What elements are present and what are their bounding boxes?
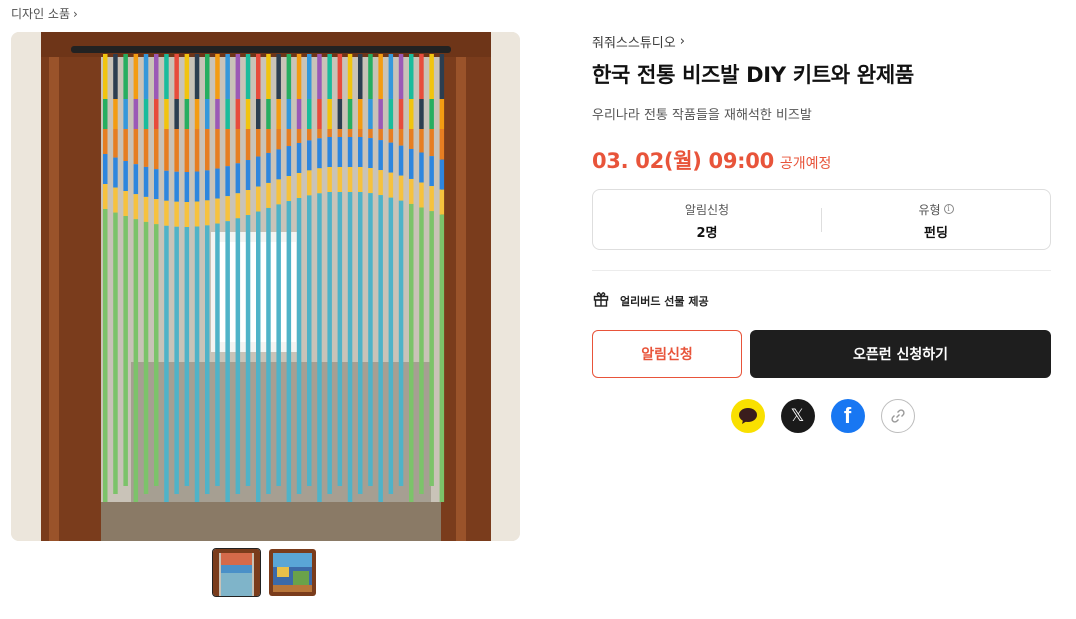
bead-strand [398,54,404,487]
x-icon[interactable]: 𝕏 [780,399,815,433]
benefit-text: 얼리버드 선물 제공 [620,294,709,308]
bead-strand [235,54,241,494]
bead-strand [215,54,220,487]
studio-name[interactable]: 줘줘스스튜디오 [592,32,676,51]
product-info-panel: 줘줘스스튜디오 › 한국 전통 비즈발 DIY 키트와 완제품 우리나라 전통 … [592,32,1051,433]
facebook-icon[interactable]: f [830,399,865,433]
open-schedule: 03. 02(월) 09:00 공개예정 [592,145,1051,175]
bead-strand [103,54,108,502]
bead-strand [184,54,190,487]
bead-strand [276,54,281,486]
bead-strand [419,54,424,494]
notify-button[interactable]: 알림신청 [592,330,742,378]
bead-strand [174,54,179,494]
open-date: 03. 02(월) 09:00 [592,149,774,173]
studio-link[interactable]: 줘줘스스튜디오 › [592,32,1051,51]
stat-notify-count: 알림신청 2명 [593,199,821,241]
product-title: 한국 전통 비즈발 DIY 키트와 완제품 [592,63,914,87]
kakao-icon[interactable] [730,399,765,433]
bead-strand [378,54,383,502]
bead-strand [266,54,271,494]
product-subtitle: 우리나라 전통 작품들을 재해석한 비즈발 [592,108,812,123]
bead-strand [327,54,332,494]
bead-strand [347,54,353,502]
bead-strand [358,54,363,494]
bead-strand [133,54,139,502]
breadcrumb-category[interactable]: 디자인 소품 [11,5,70,22]
stat-label: 유형 [918,202,941,217]
bead-strand [429,54,434,486]
bead-strand [286,54,292,502]
gift-icon [592,290,610,311]
open-label: 공개예정 [779,156,832,172]
bead-strand [154,54,159,486]
bead-strand [439,54,445,503]
bead-strand [225,54,230,503]
bead-strand [409,54,414,502]
section-divider [592,270,1051,271]
stat-label: 알림신청 [684,202,730,217]
bead-strand [388,54,394,494]
bead-strand [113,54,118,494]
thumbnail-2[interactable] [269,549,316,596]
bead-strand [256,54,261,502]
bead-strand [368,54,373,486]
stat-value: 2명 [696,225,718,241]
stat-value: 펀딩 [924,225,948,241]
benefit-row: 얼리버드 선물 제공 [592,290,1051,311]
share-row: 𝕏 f [592,399,1051,433]
bead-strand [194,54,200,503]
bead-strand [337,54,343,486]
stats-box: 알림신청 2명 유형 i 펀딩 [592,189,1051,250]
bead-strand [296,54,302,494]
action-buttons: 알림신청 오픈런 신청하기 [592,330,1051,378]
bead-strand [317,54,322,502]
bead-strand [205,54,210,494]
bead-strand [164,54,169,502]
stat-type: 유형 i 펀딩 [822,199,1050,241]
product-main-image [11,32,520,541]
thumbnail-1[interactable] [212,548,261,597]
link-icon[interactable] [880,399,915,433]
breadcrumb[interactable]: 디자인 소품 › [11,5,78,22]
bead-strand [143,54,149,494]
chevron-right-icon: › [73,6,78,21]
bead-strand [245,54,251,486]
chevron-right-icon: › [679,33,685,49]
apply-button[interactable]: 오픈런 신청하기 [750,330,1051,378]
thumbnail-list [212,548,316,597]
bead-strand [307,54,312,486]
info-icon[interactable]: i [943,204,954,214]
bead-strand [123,54,128,487]
